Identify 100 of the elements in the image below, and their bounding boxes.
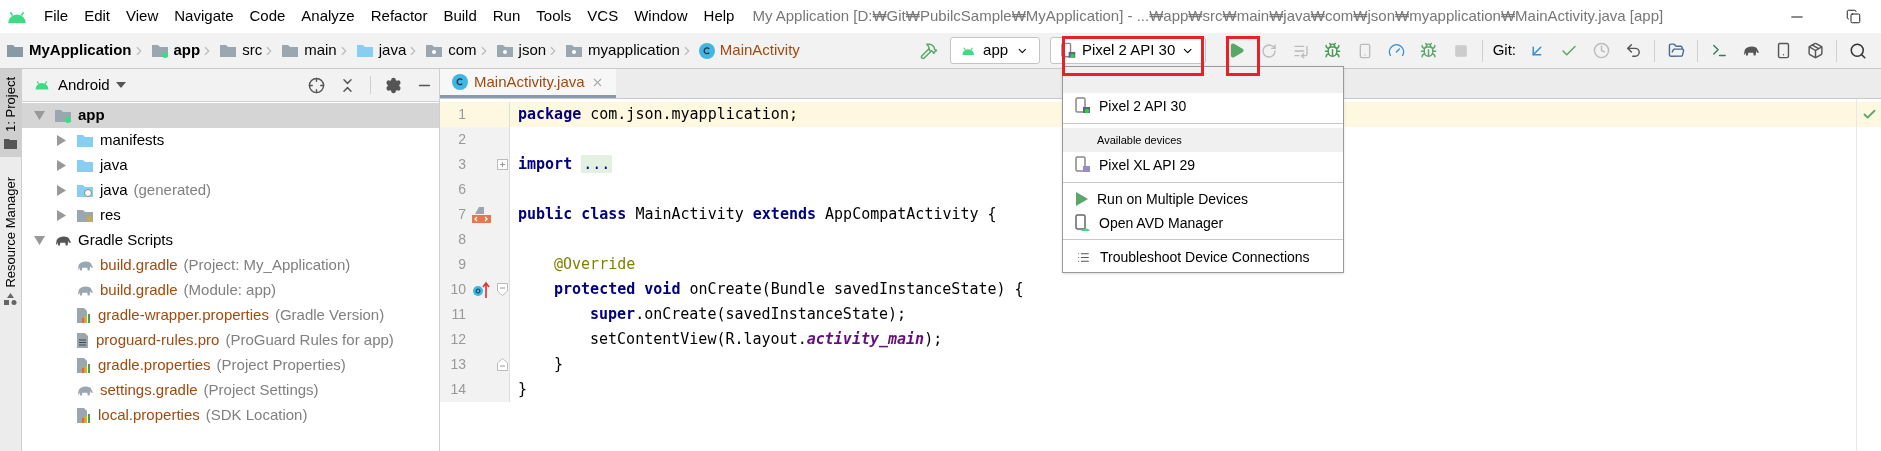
- menu-item[interactable]: View: [118, 5, 167, 28]
- folder-icon: [4, 137, 17, 149]
- code-line: }: [553, 354, 564, 376]
- class-icon: [698, 42, 715, 59]
- menu-item[interactable]: Refactor: [362, 5, 436, 28]
- menu-item[interactable]: Tools: [528, 5, 580, 28]
- tree-row[interactable]: Gradle Scripts: [22, 228, 439, 253]
- package-folder-icon: [495, 43, 514, 58]
- properties-file-icon: [76, 357, 92, 374]
- tree-row[interactable]: app: [22, 103, 439, 128]
- fold-plus-icon[interactable]: [496, 159, 508, 170]
- view-selector[interactable]: Android: [58, 73, 126, 97]
- menu-item[interactable]: Run: [484, 5, 529, 28]
- menu-item[interactable]: File: [36, 5, 77, 28]
- settings-icon[interactable]: [385, 76, 402, 94]
- module-folder-icon: [54, 108, 72, 123]
- breadcrumb[interactable]: myapplication: [588, 39, 680, 62]
- line-number: 9: [457, 255, 466, 274]
- list-icon: [1077, 250, 1090, 264]
- tree-row[interactable]: res: [22, 203, 439, 228]
- restore-icon[interactable]: [1846, 9, 1861, 24]
- menu-item[interactable]: Analyze: [293, 5, 363, 28]
- shapes-icon: [4, 293, 17, 306]
- tree-item-hint: (generated): [133, 180, 212, 201]
- resource-folder-icon: [76, 208, 94, 223]
- highlight-frame: [1226, 36, 1260, 76]
- side-tab[interactable]: 1: Project: [0, 69, 21, 157]
- layout-marker-icon[interactable]: [471, 205, 491, 224]
- tree-row[interactable]: settings.gradle (Project Settings): [22, 378, 439, 403]
- editor-tab[interactable]: MainActivity.java: [440, 69, 616, 98]
- menu-item[interactable]: Run on Multiple Devices: [1063, 187, 1343, 211]
- folder-icon: [76, 133, 94, 148]
- breadcrumb[interactable]: MyApplication: [29, 39, 132, 62]
- expand-triangle-icon[interactable]: [33, 111, 45, 120]
- tree-row[interactable]: build.gradle (Module: app): [22, 278, 439, 303]
- tree-row[interactable]: java: [22, 153, 439, 178]
- phone-icon: [1060, 41, 1076, 60]
- menu-item[interactable]: Pixel 2 API 30: [1063, 93, 1343, 119]
- line-number: 12: [449, 330, 466, 349]
- override-marker-icon[interactable]: [472, 280, 490, 299]
- tree-item-label: Gradle Scripts: [78, 230, 174, 251]
- run-configuration-dropdown[interactable]: app: [949, 37, 1040, 64]
- line-number: 13: [449, 355, 466, 374]
- project-folder-icon: [6, 43, 24, 58]
- folder-icon: [281, 43, 300, 58]
- source-folder-icon: [355, 43, 374, 58]
- tree-row[interactable]: build.gradle (Project: My_Application): [22, 253, 439, 278]
- expand-triangle-icon[interactable]: [33, 236, 45, 245]
- collapse-triangle-icon[interactable]: [56, 210, 66, 221]
- tree-row[interactable]: java (generated): [22, 178, 439, 203]
- collapse-triangle-icon[interactable]: [56, 185, 66, 196]
- menu-item[interactable]: VCS: [579, 5, 627, 28]
- tree-item-label: manifests: [100, 130, 165, 151]
- breadcrumb[interactable]: src: [242, 39, 263, 62]
- folder-icon: [76, 158, 94, 173]
- menu-item[interactable]: Pixel XL API 29: [1063, 152, 1343, 178]
- breadcrumb[interactable]: MainActivity: [719, 39, 800, 62]
- tree-item-hint: (Project: My_Application): [183, 255, 351, 276]
- menu-item[interactable]: Open AVD Manager: [1063, 211, 1343, 235]
- menu-item[interactable]: Code: [241, 5, 294, 28]
- menu-item[interactable]: Help: [695, 5, 743, 28]
- side-tab[interactable]: Resource Manager: [0, 168, 21, 314]
- breadcrumb[interactable]: com: [448, 39, 477, 62]
- menu-item[interactable]: Navigate: [166, 5, 242, 28]
- package-folder-icon: [565, 43, 584, 58]
- code-line: }: [517, 379, 528, 401]
- tree-row[interactable]: gradle.properties (Project Properties): [22, 353, 439, 378]
- line-number: 14: [449, 380, 466, 399]
- menu-item[interactable]: Edit: [76, 5, 119, 28]
- android-icon: [960, 44, 976, 57]
- code-line: super.onCreate(savedInstanceState);: [589, 304, 907, 326]
- tree-row[interactable]: manifests: [22, 128, 439, 153]
- breadcrumb[interactable]: json: [518, 39, 547, 62]
- collapse-triangle-icon[interactable]: [56, 160, 66, 171]
- breadcrumb[interactable]: java: [378, 39, 407, 62]
- phone-icon: [1075, 156, 1091, 174]
- tree-row[interactable]: local.properties (SDK Location): [22, 403, 439, 428]
- tree-row[interactable]: gradle-wrapper.properties (Gradle Version): [22, 303, 439, 328]
- code-line: public class MainActivity extends AppCompatActivity {: [517, 204, 997, 226]
- breadcrumb[interactable]: app: [173, 39, 201, 62]
- menu-item[interactable]: Build: [435, 5, 485, 28]
- folder-icon: [219, 43, 238, 58]
- tree-item-hint: (ProGuard Rules for app): [225, 330, 394, 351]
- tree-item-label: build.gradle: [100, 280, 178, 301]
- code-line: package com.json.myapplication;: [517, 104, 798, 126]
- collapse-triangle-icon[interactable]: [56, 135, 66, 146]
- breadcrumb[interactable]: main: [304, 39, 337, 62]
- line-number: 10: [449, 280, 466, 299]
- device-dropdown[interactable]: Pixel 2 API 30: [1049, 37, 1206, 64]
- module-folder-icon: [150, 43, 169, 58]
- menu-item[interactable]: Troubleshoot Device Connections: [1063, 244, 1343, 270]
- menu-item[interactable]: Window: [626, 5, 696, 28]
- code-line: protected void onCreate(Bundle savedInstanceState) {: [553, 279, 1024, 301]
- line-number: 7: [457, 205, 466, 224]
- crosshair-icon[interactable]: [308, 76, 325, 94]
- fold-end-icon[interactable]: [496, 358, 508, 371]
- tree-item-label: local.properties: [98, 405, 200, 426]
- text-file-icon: [76, 332, 90, 349]
- tree-row[interactable]: proguard-rules.pro (ProGuard Rules for app): [22, 328, 439, 353]
- fold-start-icon[interactable]: [496, 283, 508, 296]
